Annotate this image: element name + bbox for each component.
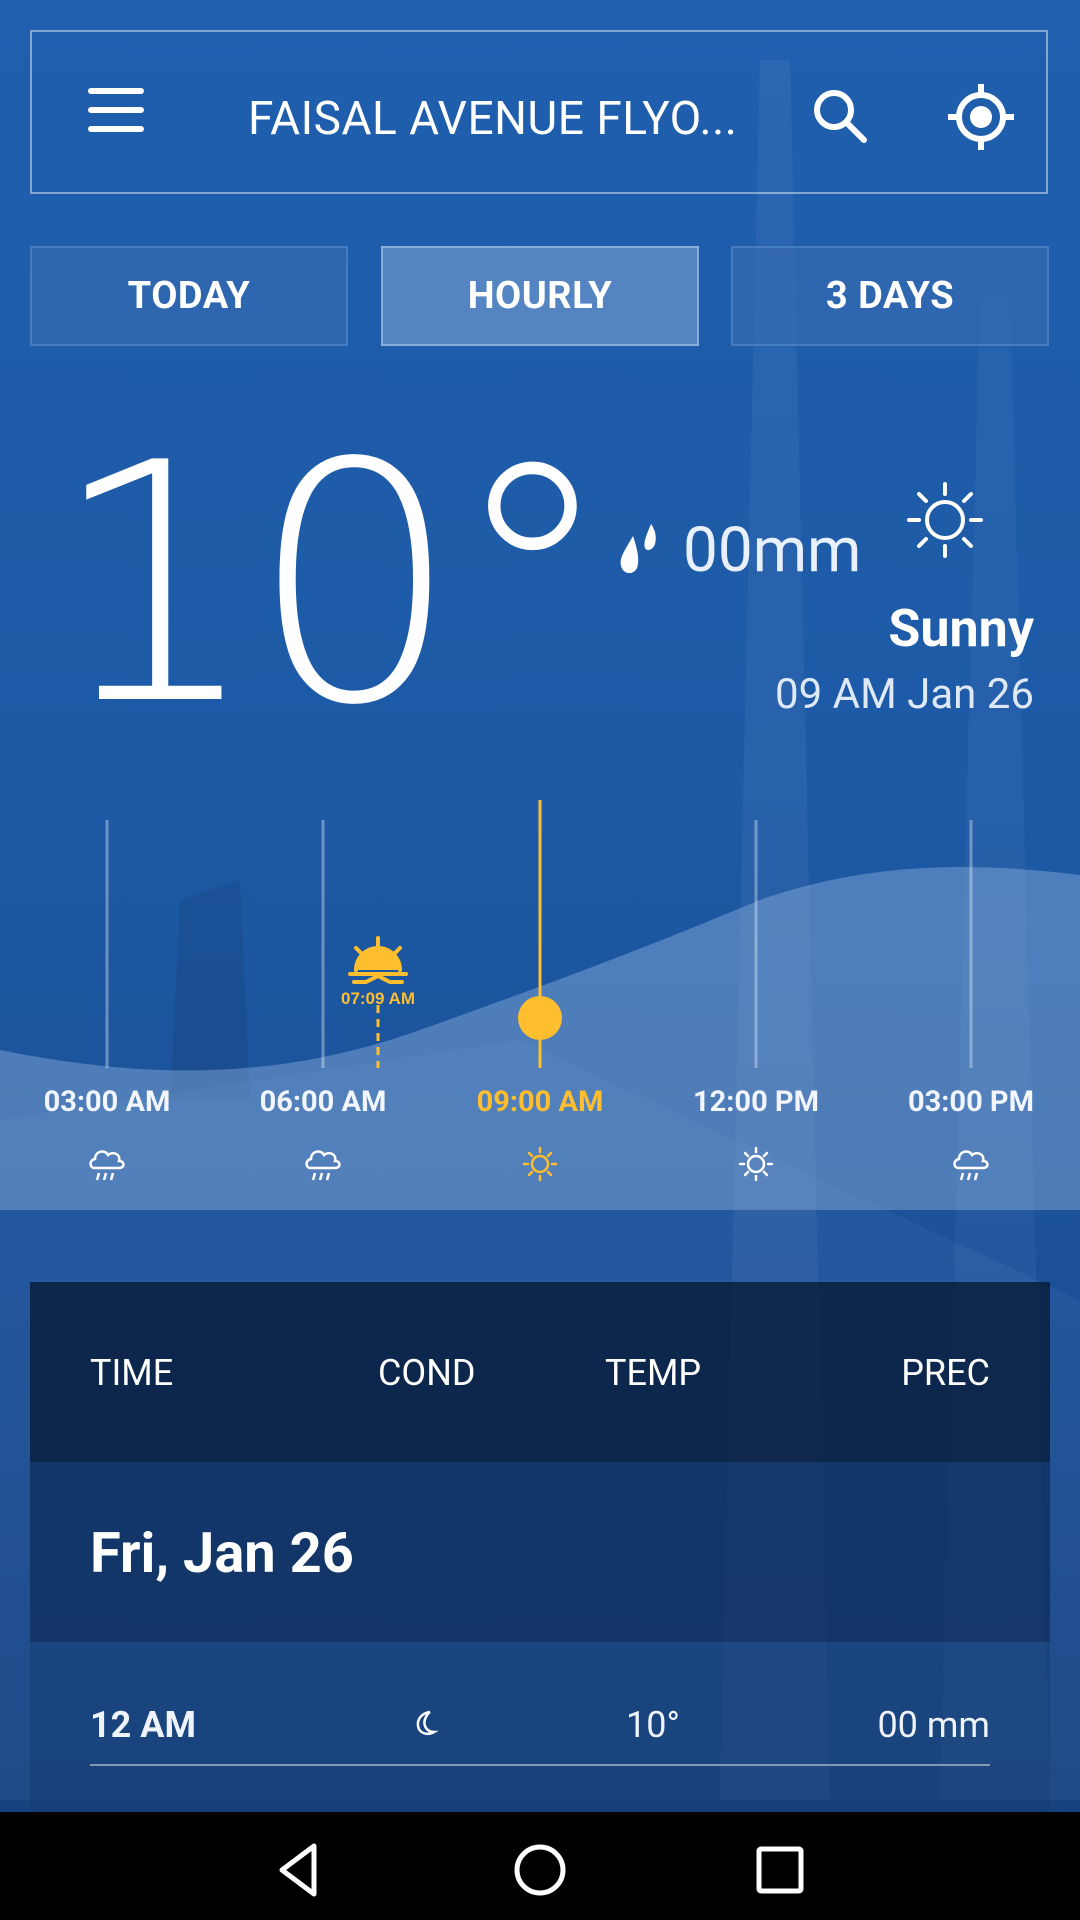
tab-3-days[interactable]: 3 DAYS <box>731 246 1049 346</box>
gps-locate-icon[interactable] <box>946 82 1016 152</box>
table-row[interactable]: 12 AM 10° 00 mm <box>30 1642 1050 1812</box>
condition-text: Sunny <box>888 598 1034 659</box>
system-navigation-bar <box>0 1812 1080 1920</box>
cloud-rain-icon <box>89 1150 125 1181</box>
column-header-prec: PREC <box>901 1352 990 1394</box>
sunrise-icon <box>348 936 408 984</box>
date-label: Fri, Jan 26 <box>90 1520 354 1586</box>
column-header-temp: TEMP <box>605 1352 702 1394</box>
search-icon[interactable] <box>812 88 868 144</box>
current-precipitation: 00mm <box>615 513 862 587</box>
date-section-header: Fri, Jan 26 <box>30 1462 1050 1642</box>
sun-icon <box>738 1146 774 1182</box>
sun-icon <box>907 482 983 558</box>
tab-today[interactable]: TODAY <box>30 246 348 346</box>
tab-hourly[interactable]: HOURLY <box>381 246 699 346</box>
cloud-rain-icon <box>305 1150 341 1181</box>
hourly-table-header: TIME COND TEMP PREC <box>30 1282 1050 1462</box>
recent-apps-icon[interactable] <box>750 1840 810 1900</box>
row-precipitation: 00 mm <box>877 1704 990 1746</box>
hour-label-1200pm[interactable]: 12:00 PM <box>656 1085 856 1119</box>
row-divider <box>90 1764 990 1766</box>
precipitation-value: 00mm <box>683 513 862 587</box>
current-hour-marker <box>518 996 562 1040</box>
row-temp: 10° <box>626 1704 680 1746</box>
hamburger-menu-icon[interactable] <box>88 88 144 138</box>
current-temperature: 10° <box>50 393 615 777</box>
location-bar: FAISAL AVENUE FLYO... <box>30 30 1048 194</box>
location-title[interactable]: FAISAL AVENUE FLYO... <box>248 92 788 148</box>
hour-label-0300pm[interactable]: 03:00 PM <box>871 1085 1071 1119</box>
sun-icon <box>522 1146 558 1182</box>
cloud-rain-icon <box>953 1150 989 1181</box>
condition-time: 09 AM Jan 26 <box>775 670 1034 719</box>
back-icon[interactable] <box>270 1840 330 1900</box>
hour-label-0900am[interactable]: 09:00 AM <box>440 1085 640 1119</box>
column-header-time: TIME <box>90 1352 174 1394</box>
sunrise-time: 07:09 AM <box>341 989 415 1008</box>
hour-label-0300am[interactable]: 03:00 AM <box>7 1085 207 1119</box>
home-icon[interactable] <box>510 1840 570 1900</box>
moon-icon <box>416 1710 439 1735</box>
hour-label-0600am[interactable]: 06:00 AM <box>223 1085 423 1119</box>
column-header-cond: COND <box>378 1352 476 1394</box>
raindrop-icon <box>620 524 656 574</box>
row-time: 12 AM <box>90 1704 196 1746</box>
